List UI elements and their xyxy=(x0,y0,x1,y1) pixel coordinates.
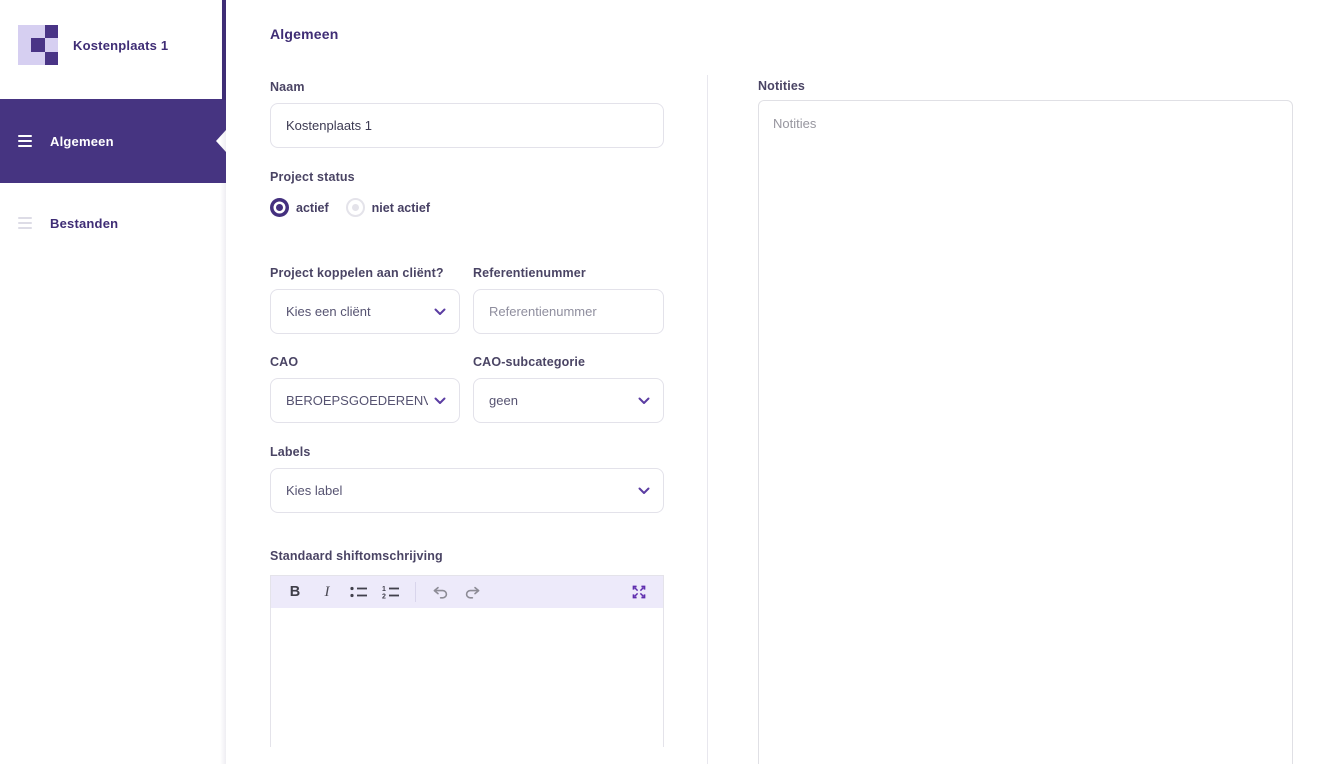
client-label: Project koppelen aan cliënt? xyxy=(270,266,444,280)
naam-input[interactable] xyxy=(270,103,664,148)
cao-select-value: BEROEPSGOEDERENVERVOER xyxy=(286,393,428,408)
chevron-down-icon xyxy=(638,397,650,404)
radio-label: niet actief xyxy=(371,200,431,215)
undo-button[interactable] xyxy=(428,580,452,604)
labels-label: Labels xyxy=(270,445,311,459)
shift-description-label: Standaard shiftomschrijving xyxy=(270,549,443,563)
menu-lines-icon xyxy=(18,217,32,229)
labels-select[interactable]: Kies label xyxy=(270,468,664,513)
referentienummer-label: Referentienummer xyxy=(473,266,586,280)
sidebar-nav: Algemeen Bestanden xyxy=(0,99,226,263)
chevron-down-icon xyxy=(638,487,650,494)
cao-subcategorie-label: CAO-subcategorie xyxy=(473,355,586,369)
sidebar-item-bestanden[interactable]: Bestanden xyxy=(0,183,226,263)
editor-content[interactable] xyxy=(271,608,663,747)
radio-unselected-icon xyxy=(345,198,365,217)
editor-toolbar: B I 1 2 xyxy=(271,576,663,608)
bullet-list-icon xyxy=(350,586,367,598)
notities-label: Notities xyxy=(758,79,806,93)
chevron-down-icon xyxy=(434,308,446,315)
page-title: Algemeen xyxy=(270,26,339,42)
main-content: Algemeen Naam Project status actief niet… xyxy=(226,0,1330,764)
app-window: Kostenplaats 1 Algemeen Bestanden Algeme… xyxy=(0,0,1330,764)
menu-lines-icon xyxy=(18,135,32,147)
radio-niet-actief[interactable]: niet actief xyxy=(345,198,431,217)
numbered-list-icon: 1 2 xyxy=(382,586,399,600)
sidebar: Kostenplaats 1 Algemeen Bestanden xyxy=(0,0,226,764)
fullscreen-button[interactable] xyxy=(627,580,651,604)
radio-actief[interactable]: actief xyxy=(270,198,329,217)
chevron-down-icon xyxy=(434,397,446,404)
radio-selected-icon xyxy=(270,198,289,217)
radio-label: actief xyxy=(296,200,329,215)
client-select-value: Kies een cliënt xyxy=(286,304,371,319)
fullscreen-icon xyxy=(632,585,646,599)
project-status-label: Project status xyxy=(270,170,355,184)
undo-icon xyxy=(433,586,447,599)
cao-select[interactable]: BEROEPSGOEDERENVERVOER xyxy=(270,378,460,423)
workspace-logo-icon xyxy=(18,25,58,65)
svg-text:1: 1 xyxy=(382,586,386,593)
project-status-radio-group: actief niet actief xyxy=(270,198,438,217)
cao-subcategorie-select-value: geen xyxy=(489,393,518,408)
naam-label: Naam xyxy=(270,80,305,94)
sidebar-item-label: Bestanden xyxy=(50,215,119,231)
sidebar-item-label: Algemeen xyxy=(50,133,114,149)
referentienummer-input[interactable] xyxy=(473,289,664,334)
sidebar-item-algemeen[interactable]: Algemeen xyxy=(0,99,226,183)
redo-button[interactable] xyxy=(460,580,484,604)
toolbar-divider xyxy=(415,582,416,602)
workspace-brand: Kostenplaats 1 xyxy=(18,25,168,65)
column-divider xyxy=(707,75,708,764)
bold-button[interactable]: B xyxy=(283,580,307,604)
cao-subcategorie-select[interactable]: geen xyxy=(473,378,664,423)
svg-text:2: 2 xyxy=(382,594,386,600)
labels-select-value: Kies label xyxy=(286,483,343,498)
client-select[interactable]: Kies een cliënt xyxy=(270,289,460,334)
numbered-list-button[interactable]: 1 2 xyxy=(379,580,403,604)
redo-icon xyxy=(465,586,479,599)
cao-label: CAO xyxy=(270,355,299,369)
bullet-list-button[interactable] xyxy=(347,580,371,604)
italic-button[interactable]: I xyxy=(315,580,339,604)
rich-text-editor: B I 1 2 xyxy=(270,575,664,747)
notities-textarea[interactable] xyxy=(758,100,1293,764)
workspace-name: Kostenplaats 1 xyxy=(73,37,169,53)
